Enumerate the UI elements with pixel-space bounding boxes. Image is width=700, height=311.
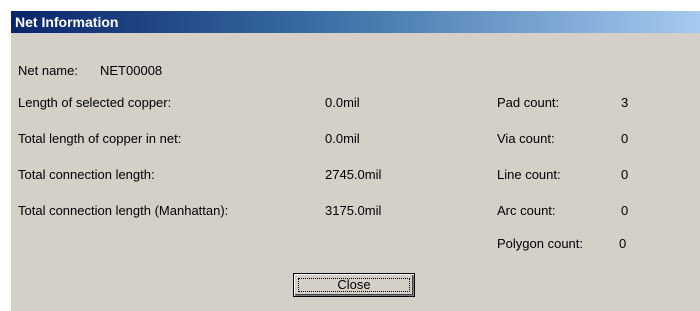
stat-label-total-copper-length: Total length of copper in net: bbox=[18, 131, 182, 146]
line-count-value: 0 bbox=[621, 167, 629, 182]
net-name-label: Net name: bbox=[18, 63, 78, 78]
title-bar[interactable]: Net Information bbox=[11, 11, 700, 33]
arc-count-label: Arc count: bbox=[497, 203, 556, 218]
stat-label-selected-copper-length: Length of selected copper: bbox=[18, 95, 172, 110]
polygon-count-label: Polygon count: bbox=[497, 236, 584, 251]
close-button[interactable]: Close bbox=[293, 273, 415, 297]
stat-value-manhattan-length: 3175.0mil bbox=[325, 203, 382, 218]
stat-label-manhattan-length: Total connection length (Manhattan): bbox=[18, 203, 229, 218]
pad-count-label: Pad count: bbox=[497, 95, 560, 110]
polygon-count-value: 0 bbox=[619, 236, 627, 251]
stat-value-total-connection-length: 2745.0mil bbox=[325, 167, 382, 182]
net-name-value: NET00008 bbox=[100, 63, 163, 78]
via-count-label: Via count: bbox=[497, 131, 555, 146]
via-count-value: 0 bbox=[621, 131, 629, 146]
stat-value-total-copper-length: 0.0mil bbox=[325, 131, 360, 146]
dialog-title: Net Information bbox=[15, 14, 119, 30]
pad-count-value: 3 bbox=[621, 95, 629, 110]
line-count-label: Line count: bbox=[497, 167, 561, 182]
stat-label-total-connection-length: Total connection length: bbox=[18, 167, 155, 182]
arc-count-value: 0 bbox=[621, 203, 629, 218]
net-information-dialog: Net Information Net name: NET00008 Lengt… bbox=[10, 10, 700, 311]
close-button-label: Close bbox=[337, 277, 371, 292]
stat-value-selected-copper-length: 0.0mil bbox=[325, 95, 360, 110]
